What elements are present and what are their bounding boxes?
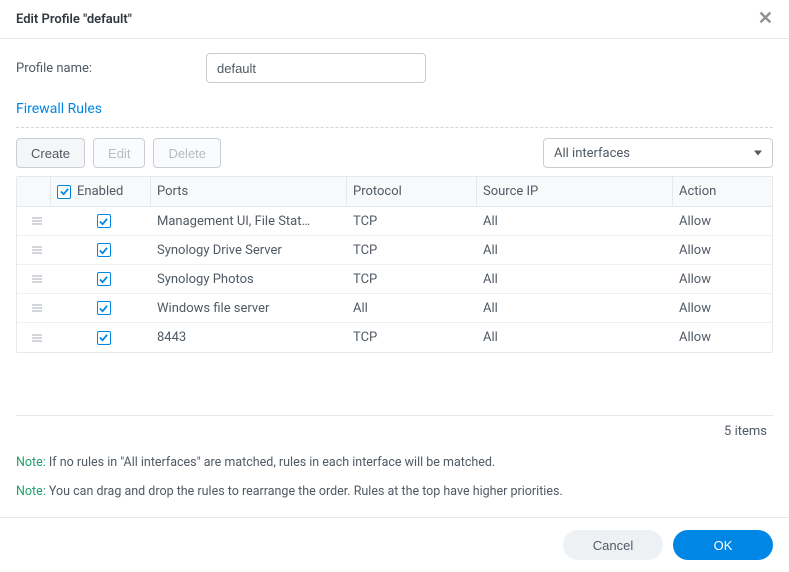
profile-name-label: Profile name: [16,61,206,76]
row-enabled-cell [51,265,151,293]
row-enabled-cell [51,236,151,264]
table-row[interactable]: Windows file serverAllAllAllow [17,294,772,323]
grid-body: Management UI, File Stat…TCPAllAllowSyno… [17,207,772,352]
row-ports: Synology Drive Server [151,236,347,264]
edit-button[interactable]: Edit [93,138,145,168]
table-row[interactable]: Management UI, File Stat…TCPAllAllow [17,207,772,236]
table-row[interactable]: Synology PhotosTCPAllAllow [17,265,772,294]
dialog-footer: Cancel OK [0,517,789,572]
divider [16,127,773,128]
row-action: Allow [673,323,772,352]
drag-handle-icon[interactable] [17,207,51,235]
col-handle-header [17,177,51,206]
row-ports: Synology Photos [151,265,347,293]
row-source: All [477,236,673,264]
col-protocol-header[interactable]: Protocol [347,177,477,206]
titlebar: Edit Profile "default" ✕ [0,0,789,39]
edit-profile-dialog: Edit Profile "default" ✕ Profile name: F… [0,0,789,572]
row-protocol: TCP [347,236,477,264]
rules-grid: Enabled Ports Protocol Source IP Action … [16,176,773,353]
row-ports: Windows file server [151,294,347,322]
grid-header: Enabled Ports Protocol Source IP Action [17,177,772,207]
row-enabled-cell [51,294,151,322]
notes: Note: If no rules in "All interfaces" ar… [16,445,773,517]
note-label: Note: [16,455,46,470]
item-count: 5 items [724,424,767,439]
row-action: Allow [673,207,772,235]
select-all-checkbox[interactable] [57,185,71,199]
row-action: Allow [673,265,772,293]
drag-handle-icon[interactable] [17,323,51,352]
drag-handle-icon[interactable] [17,294,51,322]
drag-handle-icon[interactable] [17,236,51,264]
col-ports-header[interactable]: Ports [151,177,347,206]
row-source: All [477,323,673,352]
row-source: All [477,294,673,322]
profile-name-input[interactable] [206,53,426,83]
col-enabled-header[interactable]: Enabled [51,177,151,206]
row-enabled-cell [51,207,151,235]
close-icon[interactable]: ✕ [758,10,773,28]
row-source: All [477,207,673,235]
row-enabled-cell [51,323,151,352]
interface-select[interactable]: All interfaces [543,138,773,168]
cancel-button[interactable]: Cancel [563,530,663,560]
profile-name-row: Profile name: [16,53,773,83]
row-action: Allow [673,236,772,264]
row-ports: Management UI, File Stat… [151,207,347,235]
note-label: Note: [16,484,46,499]
grid-footer: 5 items [16,415,773,445]
row-enabled-checkbox[interactable] [97,214,111,228]
row-enabled-checkbox[interactable] [97,243,111,257]
note-text-2: You can drag and drop the rules to rearr… [49,484,563,499]
rules-toolbar: Create Edit Delete All interfaces [16,138,773,168]
create-button[interactable]: Create [16,138,85,168]
row-enabled-checkbox[interactable] [97,272,111,286]
row-source: All [477,265,673,293]
section-title-firewall: Firewall Rules [16,101,773,117]
row-protocol: TCP [347,265,477,293]
interface-select-value: All interfaces [554,146,630,161]
row-protocol: TCP [347,207,477,235]
delete-button[interactable]: Delete [153,138,221,168]
note-text-1: If no rules in "All interfaces" are matc… [49,455,495,470]
table-row[interactable]: 8443TCPAllAllow [17,323,772,352]
row-protocol: All [347,294,477,322]
col-action-header[interactable]: Action [673,177,772,206]
ok-button[interactable]: OK [673,530,773,560]
drag-handle-icon[interactable] [17,265,51,293]
col-source-header[interactable]: Source IP [477,177,673,206]
table-row[interactable]: Synology Drive ServerTCPAllAllow [17,236,772,265]
col-enabled-label: Enabled [77,184,123,199]
row-action: Allow [673,294,772,322]
dialog-body: Profile name: Firewall Rules Create Edit… [0,39,789,517]
dialog-title: Edit Profile "default" [16,12,132,27]
row-protocol: TCP [347,323,477,352]
row-enabled-checkbox[interactable] [97,301,111,315]
row-ports: 8443 [151,323,347,352]
row-enabled-checkbox[interactable] [97,331,111,345]
